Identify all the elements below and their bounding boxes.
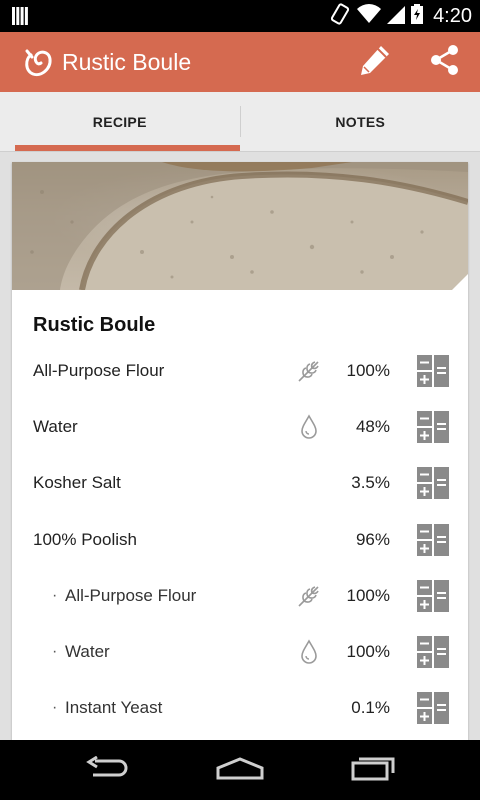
notification-icon [12,7,28,30]
recent-apps-icon [351,755,395,786]
bullet-icon: · [52,699,58,717]
ingredient-row[interactable]: All-Purpose Flour 100% [12,343,468,399]
ingredient-row[interactable]: · Instant Yeast 0.1% [12,680,468,736]
water-drop-icon [296,414,322,440]
recipe-photo[interactable] [12,162,468,290]
home-icon [216,756,264,785]
ingredient-name: Instant Yeast [65,698,163,718]
ingredient-name: 100% Poolish [33,529,137,549]
ingredient-name: All-Purpose Flour [65,585,197,605]
recipe-card: Rustic Boule All-Purpose Flour 100% Wate… [12,162,468,740]
home-button[interactable] [200,740,280,800]
ingredient-row[interactable]: Water 48% [12,399,468,455]
wheat-icon [296,583,322,609]
ingredient-percent: 3.5% [351,473,390,493]
calculator-button[interactable] [417,355,449,388]
tab-recipe-label: RECIPE [92,113,147,130]
ingredient-row[interactable]: 100% Poolish 96% [12,512,468,568]
ingredient-row[interactable]: Kosher Salt 3.5% [12,455,468,511]
tab-bar: RECIPE NOTES [0,92,480,152]
ingredient-row[interactable]: · All-Purpose Flour 100% [12,568,468,624]
calculator-button[interactable] [417,636,449,669]
status-time: 4:20 [433,4,472,27]
app-logo-icon[interactable] [18,42,58,82]
wheat-icon [296,358,322,384]
rotation-icon [329,2,351,30]
ingredient-name: All-Purpose Flour [33,361,165,381]
app-title: Rustic Boule [62,48,192,75]
ingredient-name: Water [33,417,78,437]
recipe-content[interactable]: Rustic Boule All-Purpose Flour 100% Wate… [0,152,480,740]
signal-icon [387,4,406,29]
recent-apps-button[interactable] [333,740,413,800]
ingredient-list: All-Purpose Flour 100% Water 48% Kosher … [12,343,468,736]
ingredient-percent: 0.1% [351,698,390,718]
recipe-title: Rustic Boule [33,314,156,336]
pencil-icon [357,42,393,83]
ingredient-percent: 96% [355,529,390,549]
ingredient-percent: 100% [346,361,390,381]
water-drop-icon [296,639,322,665]
ingredient-percent: 100% [346,642,390,662]
ingredient-percent: 100% [346,585,390,605]
navigation-bar [0,740,480,800]
share-button[interactable] [410,32,480,92]
wifi-icon [357,3,382,29]
tab-recipe[interactable]: RECIPE [0,92,240,151]
calculator-button[interactable] [417,411,449,444]
calculator-button[interactable] [417,692,449,725]
tab-notes[interactable]: NOTES [241,92,480,151]
calculator-button[interactable] [417,467,449,500]
action-bar: Rustic Boule [0,32,480,92]
ingredient-name: Kosher Salt [33,473,121,493]
bullet-icon: · [52,643,58,661]
calculator-button[interactable] [417,523,449,556]
status-bar: 4:20 [0,0,480,32]
back-button[interactable] [67,740,147,800]
tab-notes-label: NOTES [335,113,386,130]
share-icon [429,44,461,81]
bullet-icon: · [52,586,58,604]
battery-icon [411,3,424,29]
edit-button[interactable] [340,32,410,92]
calculator-button[interactable] [417,579,449,612]
ingredient-row[interactable]: · Water 100% [12,624,468,680]
ingredient-name: Water [65,642,110,662]
ingredient-percent: 48% [355,417,390,437]
back-icon [85,755,129,785]
